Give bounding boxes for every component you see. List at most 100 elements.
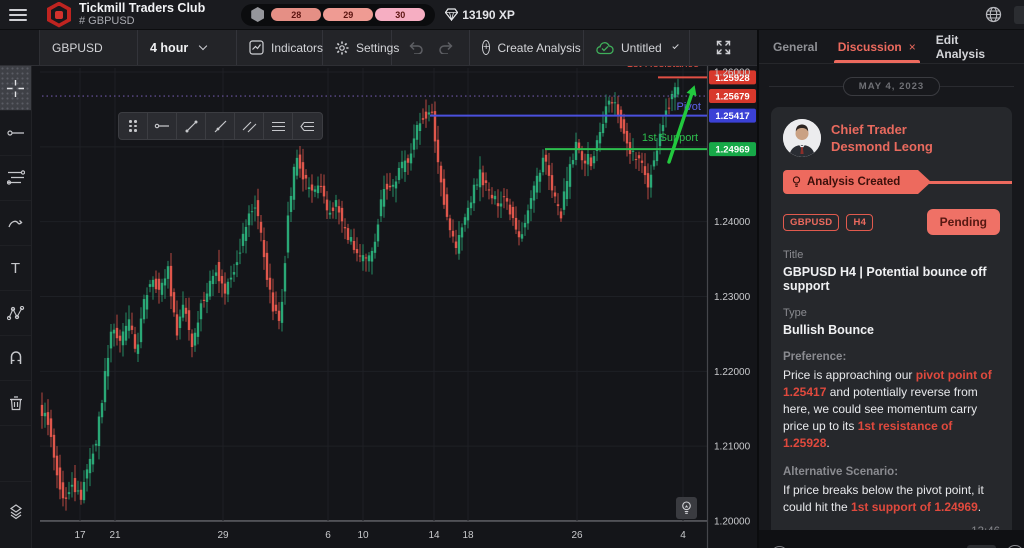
tool-fib-retracement-button[interactable] (0, 156, 31, 201)
redo-icon[interactable] (438, 41, 454, 54)
timeframe-badge: H4 (846, 213, 874, 231)
avatar[interactable] (783, 119, 821, 157)
svg-text:1st Resistance: 1st Resistance (627, 66, 699, 70)
profile-button-partial[interactable] (1014, 5, 1024, 24)
globe-icon[interactable] (985, 6, 1002, 23)
indicators-icon (249, 40, 264, 55)
timeframe-dropdown[interactable]: 4 hour (138, 30, 237, 65)
object-tree-button[interactable] (0, 481, 31, 541)
svg-text:1.25417: 1.25417 (715, 111, 749, 122)
trend-line-icon[interactable] (177, 113, 206, 139)
chevron-down-icon (672, 42, 679, 49)
drag-handle[interactable] (119, 113, 148, 139)
tab-general[interactable]: General (773, 30, 818, 63)
level-segments: 28 29 30 (271, 8, 426, 21)
author-name: Desmond Leong (831, 139, 933, 154)
svg-text:1.20000: 1.20000 (714, 516, 751, 527)
tool-xabcd-pattern-button[interactable] (0, 291, 31, 336)
author-role: Chief Trader (831, 122, 907, 137)
history-controls (392, 30, 470, 65)
tab-discussion[interactable]: Discussion × (833, 30, 920, 63)
fullscreen-button[interactable] (690, 30, 757, 65)
xp-progress-pill[interactable]: 28 29 30 (241, 3, 436, 26)
ribbon-tail (929, 180, 1012, 184)
svg-text:1.24000: 1.24000 (714, 217, 751, 228)
level-badge: 28 (271, 8, 322, 21)
status-badge[interactable]: Pending (926, 209, 1000, 235)
type-label: Type (783, 307, 807, 319)
xp-count: 13190 XP (462, 7, 515, 22)
svg-text:14: 14 (428, 530, 440, 541)
message-input-bar: + Type here ... GIF (759, 530, 1024, 548)
menu-icon[interactable] (9, 8, 27, 21)
svg-text:1.26000: 1.26000 (714, 68, 751, 79)
svg-text:17: 17 (74, 530, 86, 541)
preference-label: Preference: (783, 351, 847, 363)
svg-text:1.24969: 1.24969 (715, 145, 749, 156)
top-nav: Tickmill Traders Club # GBPUSD 28 29 30 13… (0, 0, 1024, 30)
drawing-tools-sidebar: T (0, 66, 32, 548)
svg-text:6: 6 (325, 530, 331, 541)
level-badge: 29 (323, 8, 374, 21)
tool-horizontal-ray-button[interactable] (0, 111, 31, 156)
gear-icon (335, 41, 349, 55)
svg-text:1.23000: 1.23000 (714, 292, 751, 303)
undo-icon[interactable] (408, 41, 424, 54)
pitchfork-icon[interactable] (293, 113, 322, 139)
symbol-button[interactable]: GBPUSD (40, 30, 138, 65)
date-divider: MAY 4, 2023 (769, 77, 1014, 96)
panel-tabs: General Discussion × Edit Analysis (759, 30, 1024, 64)
svg-text:4: 4 (680, 530, 686, 541)
svg-text:1.21000: 1.21000 (714, 442, 751, 453)
chart-area: 1st Resistance1.259281.25679Pivot1.25417… (32, 66, 757, 548)
analysis-name-dropdown[interactable]: Untitled (584, 30, 690, 65)
level-hexagon-icon (251, 7, 265, 22)
close-icon[interactable]: × (909, 40, 916, 54)
alternative-label: Alternative Scenario: (783, 466, 899, 478)
chart-toolbar: GBPUSD 4 hour Indicators Settings + Crea… (0, 30, 757, 66)
cloud-check-icon (596, 41, 614, 55)
floating-draw-toolbar (118, 112, 323, 140)
tab-edit-analysis[interactable]: Edit Analysis (936, 30, 1010, 63)
fullscreen-icon (715, 39, 732, 56)
svg-text:1.25679: 1.25679 (715, 92, 749, 103)
remove-drawings-button[interactable] (0, 381, 31, 426)
symbol-subtitle: # GBPUSD (79, 14, 135, 27)
preference-text: Price is approaching our pivot point of … (783, 368, 992, 450)
settings-button[interactable]: Settings (323, 30, 399, 65)
svg-text:26: 26 (571, 530, 583, 541)
tool-crosshair-button[interactable] (0, 66, 31, 111)
analysis-type: Bullish Bounce (783, 323, 874, 337)
app-title: Tickmill Traders Club (79, 0, 206, 15)
alternative-text: If price breaks below the pivot point, i… (783, 483, 984, 514)
svg-text:18: 18 (462, 530, 474, 541)
date-chip: MAY 4, 2023 (842, 77, 941, 96)
analysis-card: Chief Trader Desmond Leong Analysis Crea… (771, 107, 1012, 548)
tickmill-logo (47, 1, 71, 28)
analysis-title: GBPUSD H4 | Potential bounce off support (783, 265, 987, 293)
chevron-down-icon (198, 41, 208, 50)
create-analysis-button[interactable]: + Create Analysis (470, 30, 584, 65)
title-label: Title (783, 249, 804, 261)
horizontal-ray-icon[interactable] (148, 113, 177, 139)
magnet-icon[interactable] (0, 336, 31, 381)
parallel-channel-icon[interactable] (235, 113, 264, 139)
gem-icon (445, 8, 459, 21)
analysis-panel: General Discussion × Edit Analysis MAY 4, 2… (757, 30, 1024, 548)
svg-text:1st Support: 1st Support (642, 132, 698, 144)
analysis-created-ribbon: Analysis Created (783, 170, 931, 194)
level-badge: 30 (375, 8, 426, 21)
fib-retracement-icon[interactable] (264, 113, 293, 139)
tool-brush-button[interactable] (0, 201, 31, 246)
pair-badge: GBPUSD (783, 213, 840, 231)
light-bulb-icon (792, 176, 801, 188)
tool-text-button[interactable]: T (0, 246, 31, 291)
svg-text:10: 10 (357, 530, 369, 541)
plus-circle-icon: + (482, 40, 491, 55)
svg-text:29: 29 (217, 530, 229, 541)
chart-hint-button[interactable] (676, 497, 697, 519)
svg-text:21: 21 (109, 530, 121, 541)
indicators-button[interactable]: Indicators (237, 30, 323, 65)
ray-icon[interactable] (206, 113, 235, 139)
svg-text:1.22000: 1.22000 (714, 367, 751, 378)
